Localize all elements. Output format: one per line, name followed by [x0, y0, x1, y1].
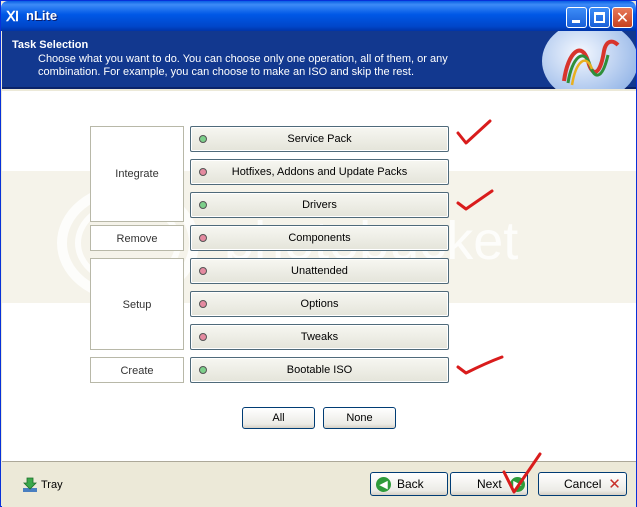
checkmark-annotation-icon [456, 355, 504, 375]
unselected-indicator-icon [199, 168, 207, 176]
selected-indicator-icon [199, 201, 207, 209]
window-title: nLite [26, 8, 58, 23]
selected-indicator-icon [199, 135, 207, 143]
selected-indicator-icon [199, 366, 207, 374]
op-hotfixes[interactable]: Hotfixes, Addons and Update Packs [190, 159, 449, 185]
group-setup: Setup [90, 258, 184, 350]
op-bootable-iso[interactable]: Bootable ISO [190, 357, 449, 383]
nlite-logo [542, 31, 636, 89]
tray-label: Tray [41, 479, 63, 491]
select-all-button[interactable]: All [242, 407, 315, 429]
close-button[interactable]: ✕ [612, 7, 633, 28]
cancel-x-icon: ✕ [608, 475, 621, 493]
group-label: Remove [116, 233, 158, 245]
op-label: Drivers [302, 199, 337, 211]
unselected-indicator-icon [199, 300, 207, 308]
maximize-button[interactable] [589, 7, 610, 28]
op-drivers[interactable]: Drivers [190, 192, 449, 218]
select-none-button[interactable]: None [323, 407, 396, 429]
group-label: Create [120, 365, 154, 377]
unselected-indicator-icon [199, 267, 207, 275]
maximize-icon [594, 12, 605, 23]
checkmark-annotation-icon [456, 189, 494, 211]
minimize-button[interactable] [566, 7, 587, 28]
nlite-window: Ⅺ nLite ✕ Task Selection Choose what you… [0, 0, 637, 507]
op-options[interactable]: Options [190, 291, 449, 317]
next-label: Next [477, 477, 502, 491]
group-remove: Remove [90, 225, 184, 251]
group-create: Create [90, 357, 184, 383]
group-label: Integrate [115, 168, 159, 180]
unselected-indicator-icon [199, 234, 207, 242]
tray-down-arrow-icon [23, 477, 37, 492]
cancel-button[interactable]: Cancel ✕ [538, 472, 627, 496]
nlite-app-icon: Ⅺ [6, 8, 20, 24]
page-title: Task Selection [12, 39, 89, 51]
group-label: Setup [122, 299, 152, 311]
close-icon: ✕ [615, 8, 630, 27]
back-button[interactable]: ◀ Back [370, 472, 448, 496]
op-label: Hotfixes, Addons and Update Packs [231, 166, 408, 178]
op-tweaks[interactable]: Tweaks [190, 324, 449, 350]
op-label: Components [288, 232, 351, 244]
page-description: Choose what you want to do. You can choo… [38, 53, 448, 78]
group-integrate: Integrate [90, 126, 184, 222]
header-band: Task Selection Choose what you want to d… [2, 31, 636, 89]
op-label: Options [300, 298, 339, 310]
back-arrow-icon: ◀ [376, 477, 391, 492]
back-label: Back [397, 477, 424, 491]
footer-bar: Tray ◀ Back Next ▶ Cancel ✕ [2, 452, 636, 507]
op-unattended[interactable]: Unattended [190, 258, 449, 284]
op-label: Service Pack [287, 133, 352, 145]
op-label: Bootable ISO [286, 364, 353, 376]
op-components[interactable]: Components [190, 225, 449, 251]
task-selection-area: photobucket Integrate Remove Setup Creat… [2, 91, 636, 461]
unselected-indicator-icon [199, 333, 207, 341]
op-label: Unattended [291, 265, 348, 277]
title-bar[interactable]: Ⅺ nLite ✕ [1, 1, 636, 31]
checkmark-annotation-icon [456, 119, 492, 145]
minimize-icon [572, 20, 580, 23]
op-label: Tweaks [300, 331, 339, 343]
op-service-pack[interactable]: Service Pack [190, 126, 449, 152]
cancel-label: Cancel [564, 477, 602, 491]
